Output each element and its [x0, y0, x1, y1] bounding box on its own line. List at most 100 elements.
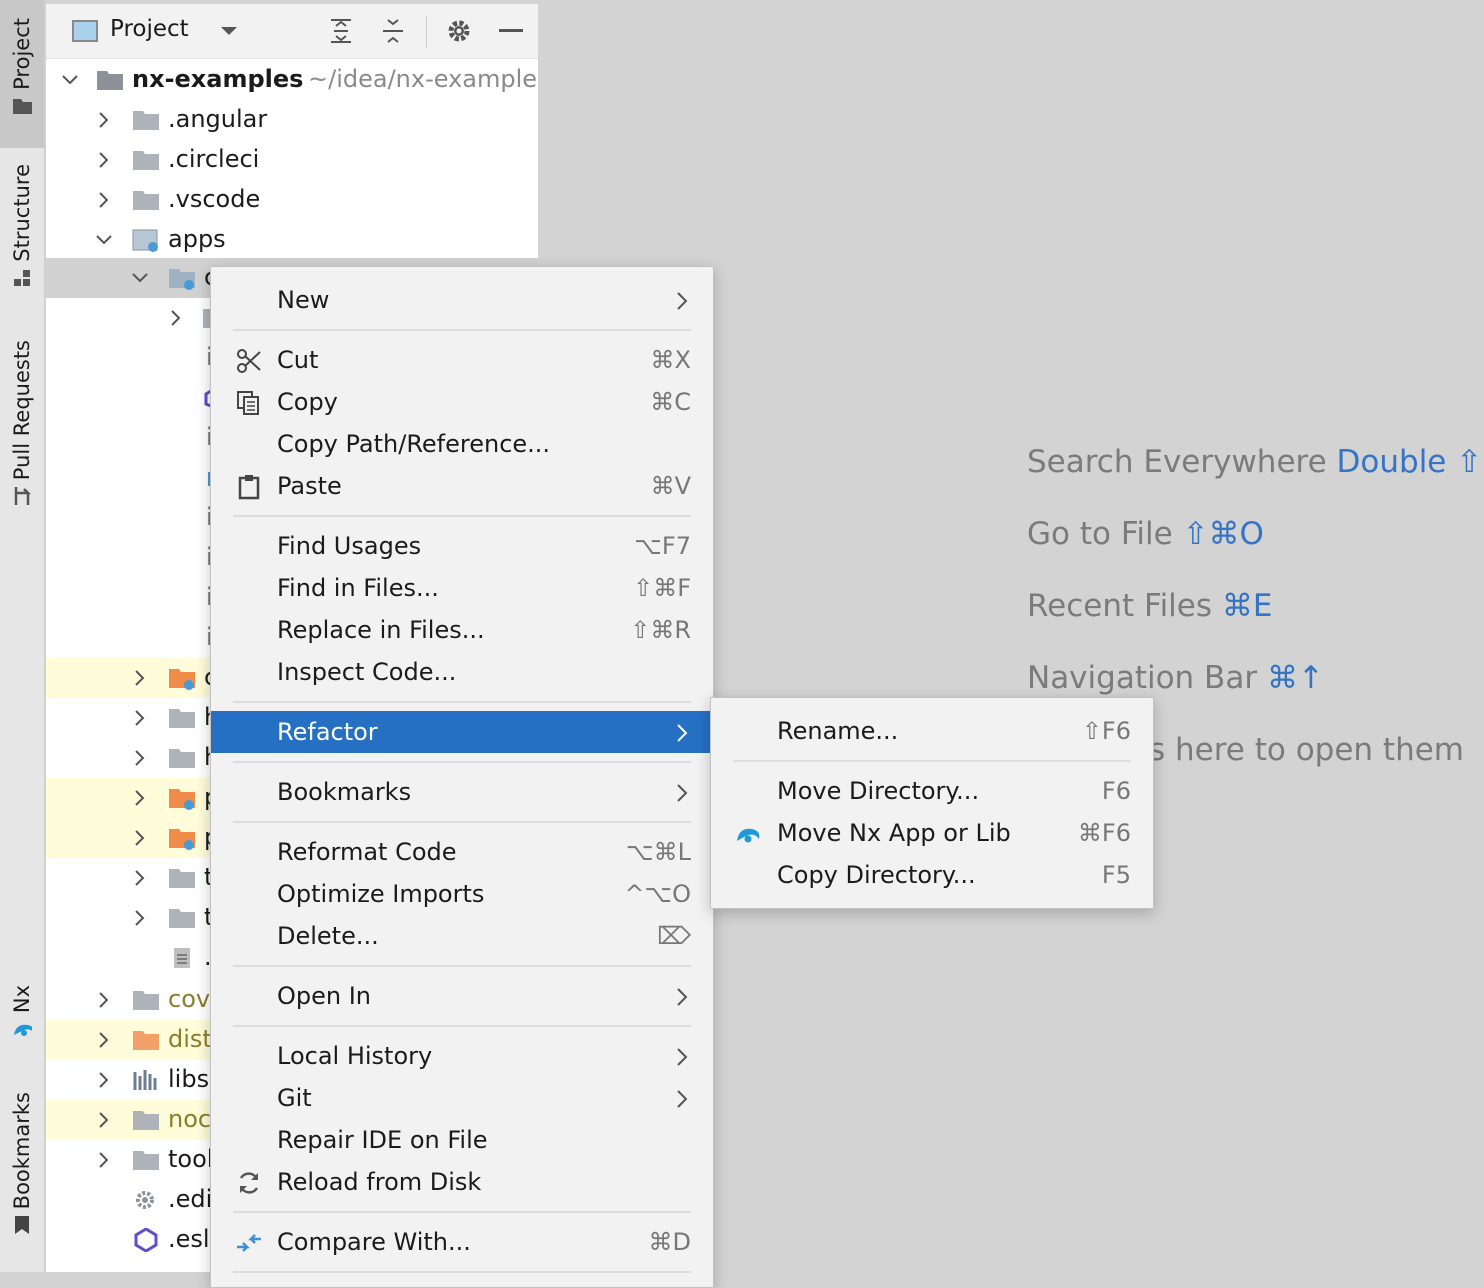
- submenu-item-copy-directory[interactable]: Copy Directory... F5: [711, 854, 1153, 896]
- chevron-down-icon[interactable]: [60, 68, 80, 92]
- chevron-down-icon[interactable]: [130, 266, 150, 290]
- tree-path: ~/idea/nx-examples: [308, 65, 538, 93]
- hint-navigation-bar: Navigation Bar ⌘↑: [1027, 660, 1324, 696]
- tree-label: .edi: [168, 1185, 213, 1213]
- menu-item-find-usages[interactable]: Find Usages ⌥F7: [211, 525, 713, 567]
- chevron-right-icon[interactable]: [130, 666, 150, 690]
- tree-row[interactable]: .circleci: [46, 140, 538, 180]
- chevron-right-icon[interactable]: [94, 1148, 114, 1172]
- folder-icon: [12, 96, 32, 116]
- menu-item-open-in[interactable]: Open In: [211, 975, 713, 1017]
- tree-row-root[interactable]: nx-examples ~/idea/nx-examples: [46, 60, 538, 100]
- stripe-tab-nx[interactable]: Nx: [0, 985, 44, 1057]
- collapse-all-icon[interactable]: [378, 16, 408, 46]
- chevron-right-icon: [677, 1048, 688, 1066]
- excluded-folder-icon: [133, 1031, 159, 1050]
- chevron-right-icon[interactable]: [94, 188, 114, 212]
- app-folder-icon: [169, 269, 195, 290]
- chevron-right-icon[interactable]: [94, 988, 114, 1012]
- chevron-right-icon[interactable]: [130, 826, 150, 850]
- chevron-down-icon[interactable]: [214, 16, 244, 46]
- menu-item-replace-in-files[interactable]: Replace in Files... ⇧⌘R: [211, 609, 713, 651]
- apps-folder-icon: [132, 229, 158, 252]
- submenu-item-move-directory[interactable]: Move Directory... F6: [711, 770, 1153, 812]
- chevron-right-icon: [677, 988, 688, 1006]
- chevron-right-icon: [677, 1090, 688, 1108]
- folder-icon: [133, 1151, 159, 1170]
- chevron-down-icon[interactable]: [94, 228, 114, 252]
- gear-icon[interactable]: [444, 16, 474, 46]
- submenu-item-rename[interactable]: Rename... ⇧F6: [711, 710, 1153, 752]
- expand-all-icon[interactable]: [326, 16, 356, 46]
- menu-item-refactor[interactable]: Refactor: [211, 711, 713, 753]
- chevron-right-icon: [677, 292, 688, 310]
- minimize-icon[interactable]: [496, 16, 526, 46]
- folder-icon: [133, 991, 159, 1010]
- chevron-right-icon[interactable]: [130, 706, 150, 730]
- paste-icon: [235, 473, 263, 501]
- hint-drop-files: s here to open them: [1149, 732, 1464, 768]
- menu-item-reformat-code[interactable]: Reformat Code ⌥⌘L: [211, 831, 713, 873]
- stripe-tab-bookmarks-label: Bookmarks: [10, 1092, 34, 1210]
- chevron-right-icon[interactable]: [94, 108, 114, 132]
- stripe-tab-project[interactable]: Project: [0, 0, 44, 148]
- chevron-right-icon[interactable]: [94, 1028, 114, 1052]
- excluded-folder-icon: [169, 669, 195, 690]
- menu-item-find-in-files[interactable]: Find in Files... ⇧⌘F: [211, 567, 713, 609]
- folder-icon: [169, 709, 195, 728]
- menu-separator: [233, 1271, 691, 1273]
- copy-icon: [235, 389, 263, 417]
- libs-icon: [133, 1070, 157, 1090]
- menu-item-copy-path[interactable]: Copy Path/Reference...: [211, 423, 713, 465]
- chevron-right-icon[interactable]: [130, 866, 150, 890]
- menu-item-bookmarks[interactable]: Bookmarks: [211, 771, 713, 813]
- stripe-tab-bookmarks[interactable]: Bookmarks: [0, 1092, 44, 1252]
- chevron-right-icon: [677, 784, 688, 802]
- project-view-selector[interactable]: Project: [110, 16, 189, 42]
- tree-label: .circleci: [168, 145, 260, 173]
- menu-item-git[interactable]: Git: [211, 1077, 713, 1119]
- menu-item-reload-from-disk[interactable]: Reload from Disk: [211, 1161, 713, 1203]
- chevron-right-icon[interactable]: [94, 148, 114, 172]
- menu-item-inspect-code[interactable]: Inspect Code...: [211, 651, 713, 693]
- folder-icon: [133, 191, 159, 210]
- folder-icon: [169, 909, 195, 928]
- chevron-right-icon[interactable]: [130, 906, 150, 930]
- menu-separator: [233, 1025, 691, 1027]
- project-panel-header: Project: [46, 4, 538, 59]
- folder-icon: [133, 111, 159, 130]
- stripe-tab-pull-requests[interactable]: Pull Requests: [0, 340, 44, 530]
- chevron-right-icon[interactable]: [130, 786, 150, 810]
- menu-separator: [233, 1211, 691, 1213]
- menu-item-new[interactable]: New: [211, 279, 713, 321]
- chevron-right-icon[interactable]: [166, 306, 186, 330]
- tree-row[interactable]: .vscode: [46, 180, 538, 220]
- stripe-tab-pull-requests-label: Pull Requests: [10, 340, 34, 481]
- tree-row[interactable]: apps: [46, 220, 538, 260]
- menu-item-compare-with[interactable]: Compare With... ⌘D: [211, 1221, 713, 1263]
- project-view-icon: [72, 20, 98, 42]
- menu-item-delete[interactable]: Delete... ⌦: [211, 915, 713, 957]
- menu-item-local-history[interactable]: Local History: [211, 1035, 713, 1077]
- menu-item-optimize-imports[interactable]: Optimize Imports ^⌥O: [211, 873, 713, 915]
- stripe-tab-structure-label: Structure: [10, 164, 34, 262]
- menu-separator: [233, 761, 691, 763]
- menu-item-paste[interactable]: Paste ⌘V: [211, 465, 713, 507]
- menu-item-repair-ide[interactable]: Repair IDE on File: [211, 1119, 713, 1161]
- chevron-right-icon[interactable]: [94, 1108, 114, 1132]
- folder-icon: [133, 1111, 159, 1130]
- menu-item-copy[interactable]: Copy ⌘C: [211, 381, 713, 423]
- chevron-right-icon: [677, 724, 688, 742]
- menu-separator: [233, 329, 691, 331]
- tree-row[interactable]: .angular: [46, 100, 538, 140]
- chevron-right-icon[interactable]: [94, 1068, 114, 1092]
- stripe-tab-structure[interactable]: Structure: [0, 164, 44, 304]
- chevron-right-icon[interactable]: [130, 746, 150, 770]
- tree-label: .angular: [168, 105, 268, 133]
- stripe-tab-nx-label: Nx: [10, 985, 34, 1014]
- bookmark-icon: [12, 1215, 32, 1235]
- menu-item-cut[interactable]: Cut ⌘X: [211, 339, 713, 381]
- tree-label: dist: [168, 1025, 212, 1053]
- nx-icon: [12, 1019, 32, 1039]
- submenu-item-move-nx-app[interactable]: Move Nx App or Lib ⌘F6: [711, 812, 1153, 854]
